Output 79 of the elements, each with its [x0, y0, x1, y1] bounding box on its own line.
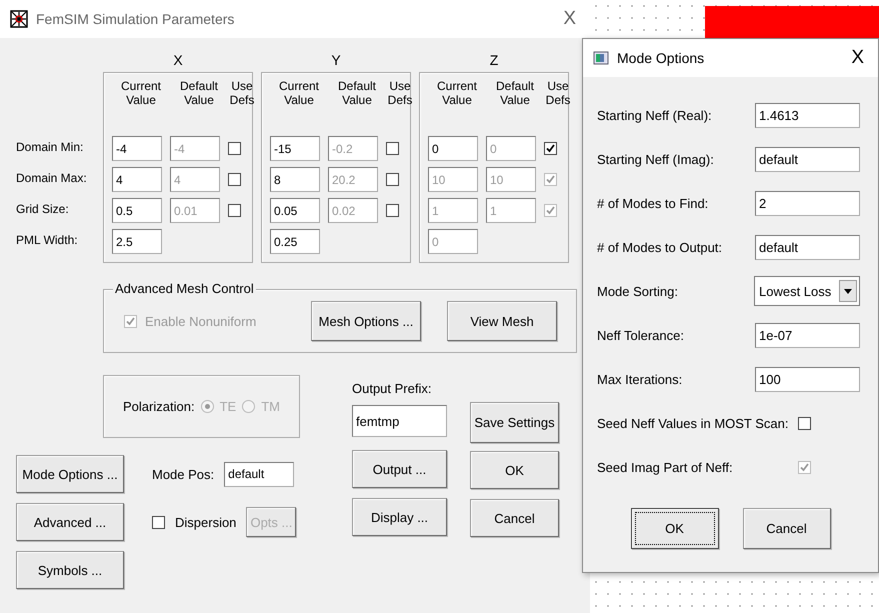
current-value-field[interactable]: -4: [112, 136, 162, 161]
use-defs-checkbox[interactable]: [386, 142, 399, 155]
current-value-field[interactable]: 0: [428, 136, 478, 161]
output-prefix-field[interactable]: femtmp: [352, 405, 447, 437]
radio-label: TM: [261, 399, 280, 414]
window-title: FemSIM Simulation Parameters: [36, 11, 236, 27]
pml-width-field[interactable]: 2.5: [112, 229, 162, 254]
row-label: PML Width:: [16, 232, 79, 249]
use-defs-checkbox[interactable]: [386, 204, 399, 217]
row-label: Domain Max:: [16, 170, 88, 187]
view-mesh-button[interactable]: View Mesh: [447, 301, 557, 341]
option-label: Starting Neff (Real):: [597, 108, 712, 122]
current-value-field[interactable]: 8: [270, 167, 320, 192]
row-label: Grid Size:: [16, 201, 70, 218]
symbols-button[interactable]: Symbols ...: [16, 551, 124, 589]
column-header: Default Value: [336, 79, 378, 109]
option-field[interactable]: 100: [755, 366, 860, 392]
option-label: # of Modes to Output:: [597, 240, 722, 254]
option-field[interactable]: 2: [755, 190, 860, 216]
current-value-field[interactable]: 4: [112, 167, 162, 192]
dialog-button[interactable]: Cancel: [742, 508, 830, 548]
option-label: Starting Neff (Imag):: [597, 152, 714, 166]
advanced-button[interactable]: Advanced ...: [16, 503, 124, 541]
dispersion-checkbox[interactable]: [152, 516, 165, 528]
mode-options-button[interactable]: Mode Options ...: [16, 455, 124, 493]
column-header: Default Value: [494, 79, 536, 109]
group-title: Advanced Mesh Control: [113, 281, 256, 296]
column-header: Default Value: [178, 79, 220, 109]
output-button[interactable]: Output ...: [352, 450, 447, 488]
current-value-field[interactable]: 0.05: [270, 198, 320, 223]
close-button[interactable]: X: [847, 47, 868, 69]
close-button[interactable]: X: [559, 8, 580, 30]
mode-pos-field[interactable]: default: [224, 462, 294, 486]
option-label: Neff Tolerance:: [597, 328, 684, 342]
column-header: Current Value: [120, 79, 162, 109]
current-value-field[interactable]: 0.5: [112, 198, 162, 223]
save-settings-button[interactable]: Save Settings: [470, 402, 559, 443]
column-header: Use Defs: [544, 79, 572, 109]
dialog-button[interactable]: OK: [630, 508, 718, 548]
radio-label: TE: [220, 399, 236, 414]
dispersion-label: Dispersion: [175, 514, 236, 530]
option-label: # of Modes to Find:: [597, 196, 708, 210]
use-defs-checkbox[interactable]: [544, 142, 557, 155]
window-title: Mode Options: [617, 50, 706, 66]
option-field[interactable]: default: [755, 146, 860, 172]
app-icon: [10, 10, 28, 28]
column-header: Current Value: [278, 79, 320, 109]
current-value-field[interactable]: -15: [270, 136, 320, 161]
option-checkbox[interactable]: [798, 416, 811, 430]
pml-width-field[interactable]: 0.25: [270, 229, 320, 254]
polarization-label: Polarization:: [123, 399, 195, 414]
option-label: Seed Neff Values in MOST Scan:: [597, 416, 788, 430]
checkbox-label: Enable Nonuniform: [145, 314, 258, 328]
axis-label: X: [173, 52, 183, 70]
app-icon: [593, 50, 609, 66]
display-button[interactable]: Display ...: [352, 498, 447, 536]
use-defs-checkbox[interactable]: [228, 142, 241, 155]
output-prefix-label: Output Prefix:: [352, 381, 432, 398]
cancel-button[interactable]: Cancel: [470, 499, 559, 537]
use-defs-checkbox[interactable]: [386, 173, 399, 186]
column-header: Use Defs: [228, 79, 256, 109]
option-field[interactable]: default: [755, 234, 860, 260]
column-header: Current Value: [436, 79, 478, 109]
row-label: Domain Min:: [16, 139, 84, 156]
mode-pos-label: Mode Pos:: [152, 466, 214, 482]
dropdown-arrow-icon: [844, 288, 852, 294]
sorting-dropdown[interactable]: Lowest Loss: [754, 276, 860, 306]
axis-label: Y: [331, 52, 341, 70]
mesh-options-button[interactable]: Mesh Options ...: [311, 301, 421, 341]
use-defs-checkbox[interactable]: [228, 204, 241, 217]
ok-button[interactable]: OK: [470, 451, 559, 489]
column-header: Use Defs: [386, 79, 414, 109]
option-label: Seed Imag Part of Neff:: [597, 460, 733, 474]
option-label: Max Iterations:: [597, 372, 682, 386]
axis-label: Z: [490, 52, 498, 70]
option-field[interactable]: 1e-07: [755, 322, 860, 348]
use-defs-checkbox[interactable]: [228, 173, 241, 186]
option-label: Mode Sorting:: [597, 284, 678, 298]
option-field[interactable]: 1.4613: [755, 102, 860, 128]
